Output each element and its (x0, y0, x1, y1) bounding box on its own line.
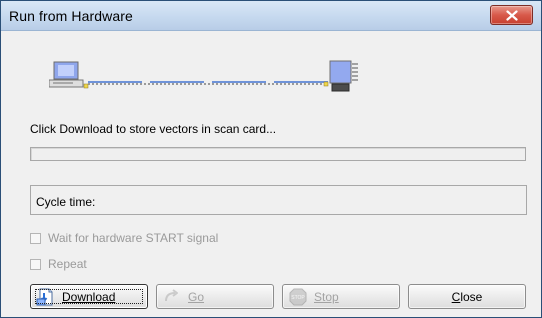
dialog-content: Click Download to store vectors in scan … (1, 31, 541, 317)
transfer-link-line (88, 81, 328, 85)
svg-text:STOP: STOP (291, 295, 305, 301)
transfer-animation-graphic (49, 60, 358, 92)
repeat-checkbox[interactable] (30, 258, 41, 270)
stop-button-label: Stop (314, 289, 339, 304)
wait-start-signal-checkbox[interactable] (30, 232, 41, 244)
title-bar: Run from Hardware (1, 1, 541, 31)
close-button[interactable]: Close (408, 284, 526, 309)
repeat-label: Repeat (48, 257, 87, 271)
stop-button[interactable]: STOP Stop (282, 284, 400, 309)
go-button-label: Go (188, 289, 205, 304)
scan-card-icon (323, 60, 358, 92)
download-icon (35, 286, 57, 308)
go-arrow-icon (161, 286, 183, 308)
cycle-time-panel: Cycle time: (30, 185, 527, 215)
dialog-action-buttons: Download Go STOP Stop Close (30, 284, 530, 309)
download-button-label: Download (62, 289, 116, 304)
run-from-hardware-window: Run from Hardware Click Download to stor… (0, 0, 542, 318)
computer-icon (49, 61, 89, 89)
download-status-message: Click Download to store vectors in scan … (30, 122, 277, 136)
close-button-rest: lose (460, 289, 483, 304)
close-button-label: Close (452, 290, 483, 304)
go-button[interactable]: Go (156, 284, 274, 309)
download-button[interactable]: Download (30, 284, 148, 309)
stop-sign-icon: STOP (287, 286, 309, 308)
close-icon (506, 10, 518, 21)
repeat-option[interactable]: Repeat (30, 256, 87, 272)
window-title: Run from Hardware (9, 8, 133, 24)
wait-start-signal-label: Wait for hardware START signal (48, 231, 219, 245)
cycle-time-label: Cycle time: (36, 195, 96, 209)
window-close-button[interactable] (490, 5, 533, 25)
wait-start-signal-option[interactable]: Wait for hardware START signal (30, 230, 218, 246)
download-progress-bar (30, 147, 526, 161)
